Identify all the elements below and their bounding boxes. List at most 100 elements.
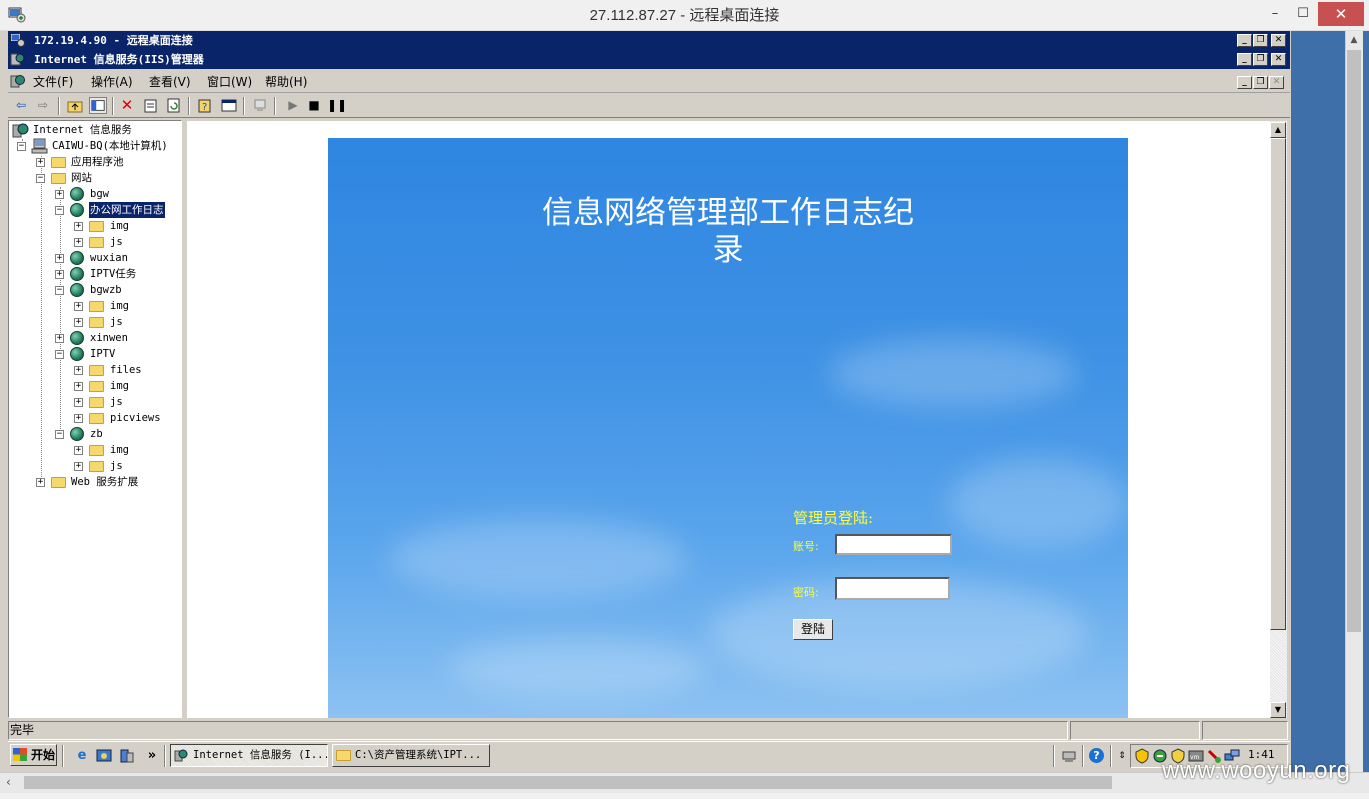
start-icon[interactable]: ▶ (284, 97, 302, 114)
expand-icon[interactable]: + (74, 382, 83, 391)
export-icon[interactable]: ? (196, 97, 214, 114)
tree-label: zb (90, 428, 103, 440)
website-globe-icon (70, 187, 84, 201)
folder-icon (89, 461, 104, 472)
windows-logo-icon (13, 748, 27, 761)
outer-horizontal-scroll-thumb[interactable] (24, 776, 1112, 789)
expand-icon[interactable]: + (36, 158, 45, 167)
security-shield-icon[interactable] (1134, 748, 1150, 764)
rdp-close-button[interactable]: ✕ (1271, 34, 1286, 47)
login-button[interactable]: 登陆 (793, 619, 833, 640)
expand-icon[interactable]: + (55, 254, 64, 263)
taskbar-item-explorer[interactable]: C:\资产管理系统\IPT... (332, 744, 490, 767)
website-globe-icon (70, 203, 84, 217)
show-tree-icon[interactable] (89, 97, 107, 114)
expand-icon[interactable]: + (55, 334, 64, 343)
content-scroll-thumb[interactable] (1270, 138, 1286, 630)
iis-minimize-button[interactable]: _ (1237, 53, 1252, 66)
tree-label: Internet 信息服务 (33, 124, 132, 136)
scroll-up-icon[interactable]: ▲ (1345, 31, 1363, 49)
account-input[interactable] (835, 534, 952, 555)
menu-file[interactable]: 文件(F) (33, 74, 73, 90)
collapse-icon[interactable]: − (55, 430, 64, 439)
iis-close-button[interactable]: ✕ (1271, 53, 1286, 66)
scroll-up-icon[interactable]: ▲ (1270, 122, 1286, 138)
expand-icon[interactable]: + (74, 238, 83, 247)
folder-icon (336, 750, 351, 761)
outer-close-button[interactable]: ✕ (1318, 2, 1364, 26)
iis-server-icon (12, 123, 29, 138)
expand-icon[interactable]: + (74, 414, 83, 423)
menu-help[interactable]: 帮助(H) (265, 74, 307, 90)
computer-icon (31, 138, 48, 154)
menu-action[interactable]: 操作(A) (91, 74, 133, 90)
iis-manager-icon (10, 53, 25, 66)
expand-icon[interactable]: + (74, 302, 83, 311)
expand-icon[interactable]: + (74, 462, 83, 471)
collapse-icon[interactable]: − (17, 142, 26, 151)
scroll-down-icon[interactable]: ▼ (1270, 702, 1286, 718)
iis-restore-button[interactable]: ❐ (1253, 53, 1268, 66)
quick-launch-more[interactable]: » (144, 748, 160, 764)
connect-icon[interactable] (251, 97, 269, 114)
rdp-window-titlebar: 172.19.4.90 - 远程桌面连接 (8, 31, 1290, 50)
mmc-console-icon (10, 75, 25, 88)
folder-icon (89, 301, 104, 312)
refresh-icon[interactable] (165, 97, 183, 114)
server-manager-icon[interactable] (119, 748, 135, 764)
tree-label: js (110, 236, 123, 248)
rdp-minimize-button[interactable]: _ (1237, 34, 1252, 47)
expand-icon[interactable]: + (55, 270, 64, 279)
tree-label: wuxian (90, 252, 128, 264)
taskbar-item-iis[interactable]: Internet 信息服务 (I... (170, 744, 328, 767)
expand-icon[interactable]: + (74, 366, 83, 375)
taskbar-separator (1110, 745, 1112, 767)
folder-icon (89, 381, 104, 392)
show-desktop-icon[interactable] (96, 748, 112, 764)
outer-minimize-button[interactable]: – (1262, 2, 1288, 26)
tray-expand-icon[interactable]: ⇕ (1114, 748, 1130, 764)
child-restore-button[interactable]: ❐ (1253, 76, 1268, 89)
website-globe-icon (70, 283, 84, 297)
expand-icon[interactable]: + (74, 446, 83, 455)
collapse-icon[interactable]: − (55, 206, 64, 215)
forward-icon[interactable]: ⇨ (34, 97, 52, 114)
back-icon[interactable]: ⇦ (12, 97, 30, 114)
tree-label: 应用程序池 (71, 156, 124, 168)
network-icon[interactable] (1061, 748, 1077, 764)
up-folder-icon[interactable] (66, 97, 84, 114)
expand-icon[interactable]: + (74, 398, 83, 407)
expand-icon[interactable]: + (55, 190, 64, 199)
child-minimize-button[interactable]: _ (1237, 76, 1252, 89)
collapse-icon[interactable]: − (55, 350, 64, 359)
tree-label: IPTV (90, 348, 116, 360)
tree-label: img (110, 220, 129, 232)
scroll-left-icon[interactable]: ‹ (6, 773, 20, 791)
page-title: 信息网络管理部工作日志纪录 (542, 195, 914, 268)
stop-icon[interactable]: ■ (305, 97, 323, 114)
tree-pane[interactable]: Internet 信息服务 − CAIWU-BQ(本地计算机) + 应用程序池 … (8, 120, 182, 718)
expand-icon[interactable]: + (74, 318, 83, 327)
menu-window[interactable]: 窗口(W) (207, 74, 252, 90)
menu-view[interactable]: 查看(V) (149, 74, 191, 90)
remote-desktop-icon (8, 7, 26, 23)
rdp-restore-button[interactable]: ❐ (1253, 34, 1268, 47)
tree-label: bgw (90, 188, 109, 200)
collapse-icon[interactable]: − (36, 174, 45, 183)
password-input[interactable] (835, 577, 950, 600)
expand-icon[interactable]: + (74, 222, 83, 231)
outer-maximize-button[interactable]: ☐ (1290, 2, 1316, 26)
expand-icon[interactable]: + (36, 478, 45, 487)
new-window-icon[interactable] (220, 97, 238, 114)
child-close-button[interactable]: ✕ (1269, 76, 1284, 89)
tree-label: img (110, 300, 129, 312)
properties-icon[interactable] (142, 97, 160, 114)
toolbar-separator (188, 97, 190, 115)
iis-window-titlebar: Internet 信息服务(IIS)管理器 (8, 50, 1290, 69)
delete-icon[interactable]: ✕ (118, 97, 136, 114)
help-icon[interactable]: ? (1089, 748, 1104, 763)
internet-explorer-icon[interactable]: e (74, 748, 90, 764)
outer-vertical-scroll-thumb[interactable] (1347, 50, 1361, 632)
pause-icon[interactable]: ❚❚ (327, 97, 347, 114)
collapse-icon[interactable]: − (55, 286, 64, 295)
